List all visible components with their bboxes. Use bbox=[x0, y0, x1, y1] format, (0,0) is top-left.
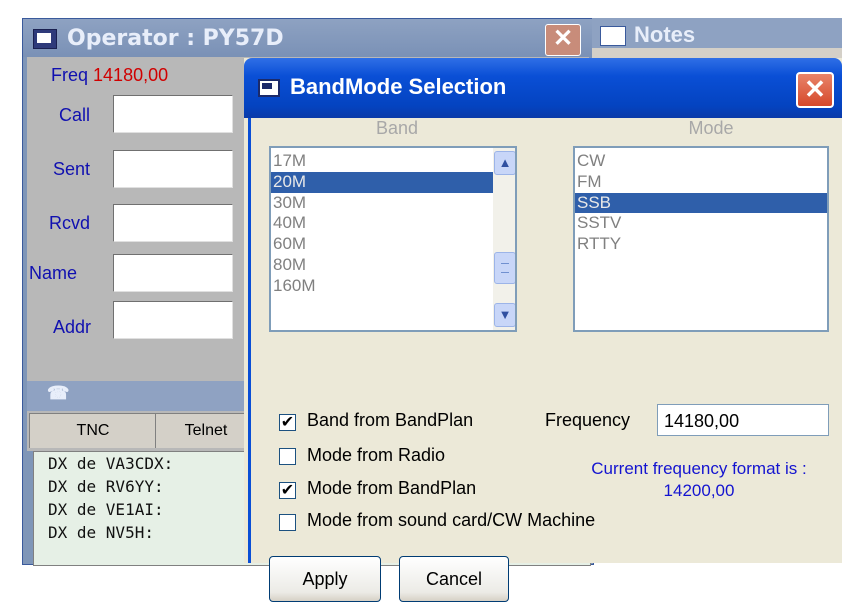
notes-titlebar[interactable]: Notes bbox=[592, 18, 842, 48]
mode-from-radio-label: Mode from Radio bbox=[307, 445, 446, 465]
sent-input[interactable] bbox=[113, 150, 233, 188]
mode-item[interactable]: CW bbox=[575, 151, 827, 172]
rcvd-input[interactable] bbox=[113, 204, 233, 242]
packet-title-icon: ☎ bbox=[47, 383, 70, 403]
band-item-selected[interactable]: 20M bbox=[271, 171, 493, 193]
frequency-label: Frequency bbox=[545, 410, 631, 430]
band-item[interactable]: 160M bbox=[271, 276, 515, 297]
band-item[interactable]: 30M bbox=[271, 193, 515, 214]
band-item[interactable]: 17M bbox=[271, 151, 515, 172]
close-button[interactable]: ✕ bbox=[796, 72, 834, 108]
operator-close-button[interactable]: ✕ bbox=[545, 24, 581, 56]
notes-window-icon bbox=[600, 26, 626, 46]
rcvd-label: Rcvd bbox=[49, 213, 91, 233]
format-note-line2: 14200,00 bbox=[663, 481, 735, 500]
freq-value: 14180,00 bbox=[93, 65, 169, 85]
band-scrollbar[interactable]: ▲ ▼ bbox=[493, 148, 515, 330]
mode-item[interactable]: FM bbox=[575, 172, 827, 193]
name-label: Name bbox=[29, 263, 78, 283]
mode-from-bandplan-checkbox[interactable]: ✔ bbox=[279, 482, 296, 499]
band-listbox[interactable]: 17M 20M 30M 40M 60M 80M 160M ▲ ▼ bbox=[269, 146, 517, 332]
band-item[interactable]: 40M bbox=[271, 213, 515, 234]
window-icon bbox=[258, 79, 280, 97]
mode-item[interactable]: RTTY bbox=[575, 234, 827, 255]
scroll-thumb[interactable] bbox=[494, 252, 515, 284]
format-note-line1: Current frequency format is : bbox=[591, 459, 807, 478]
band-from-bandplan-checkbox[interactable]: ✔ bbox=[279, 414, 296, 431]
scroll-down-icon[interactable]: ▼ bbox=[494, 303, 515, 327]
mode-item[interactable]: SSTV bbox=[575, 213, 827, 234]
band-from-bandplan-label: Band from BandPlan bbox=[307, 410, 474, 430]
tab-telnet[interactable]: Telnet bbox=[155, 413, 257, 448]
mode-header: Mode bbox=[688, 118, 734, 138]
mode-from-soundcard-checkbox[interactable] bbox=[279, 514, 296, 531]
name-input[interactable] bbox=[113, 254, 233, 292]
sent-label: Sent bbox=[53, 159, 91, 179]
operator-titlebar[interactable]: Operator : PY57D bbox=[23, 19, 593, 57]
mode-item-selected[interactable]: SSB bbox=[575, 192, 827, 214]
mode-from-bandplan-label: Mode from BandPlan bbox=[307, 478, 477, 498]
bandmode-dialog: BandMode Selection ✕ Band Mode 17M 20M 3… bbox=[244, 58, 842, 602]
addr-label: Addr bbox=[53, 317, 92, 337]
mode-from-radio-checkbox[interactable] bbox=[279, 448, 296, 465]
mode-listbox[interactable]: CW FM SSB SSTV RTTY bbox=[573, 146, 829, 332]
addr-input[interactable] bbox=[113, 301, 233, 339]
frequency-format-note: Current frequency format is : 14200,00 bbox=[549, 458, 842, 502]
frequency-input[interactable]: 14180,00 bbox=[657, 404, 829, 436]
freq-label: Freq 14180,00 bbox=[51, 65, 169, 85]
band-header: Band bbox=[375, 118, 419, 138]
scroll-up-icon[interactable]: ▲ bbox=[494, 151, 515, 175]
dialog-body: Band Mode 17M 20M 30M 40M 60M 80M 160M ▲… bbox=[248, 118, 842, 602]
edit-icon bbox=[33, 29, 57, 49]
operator-title: Operator : PY57D bbox=[67, 26, 284, 51]
mode-from-soundcard-label: Mode from sound card/CW Machine bbox=[307, 510, 596, 530]
dialog-titlebar[interactable]: BandMode Selection ✕ bbox=[244, 58, 842, 118]
band-item[interactable]: 60M bbox=[271, 234, 515, 255]
notes-title: Notes bbox=[634, 22, 696, 47]
tab-tnc[interactable]: TNC bbox=[29, 413, 157, 448]
call-input[interactable] bbox=[113, 95, 233, 133]
dialog-title: BandMode Selection bbox=[290, 74, 507, 99]
band-item[interactable]: 80M bbox=[271, 255, 515, 276]
call-label: Call bbox=[59, 105, 91, 125]
